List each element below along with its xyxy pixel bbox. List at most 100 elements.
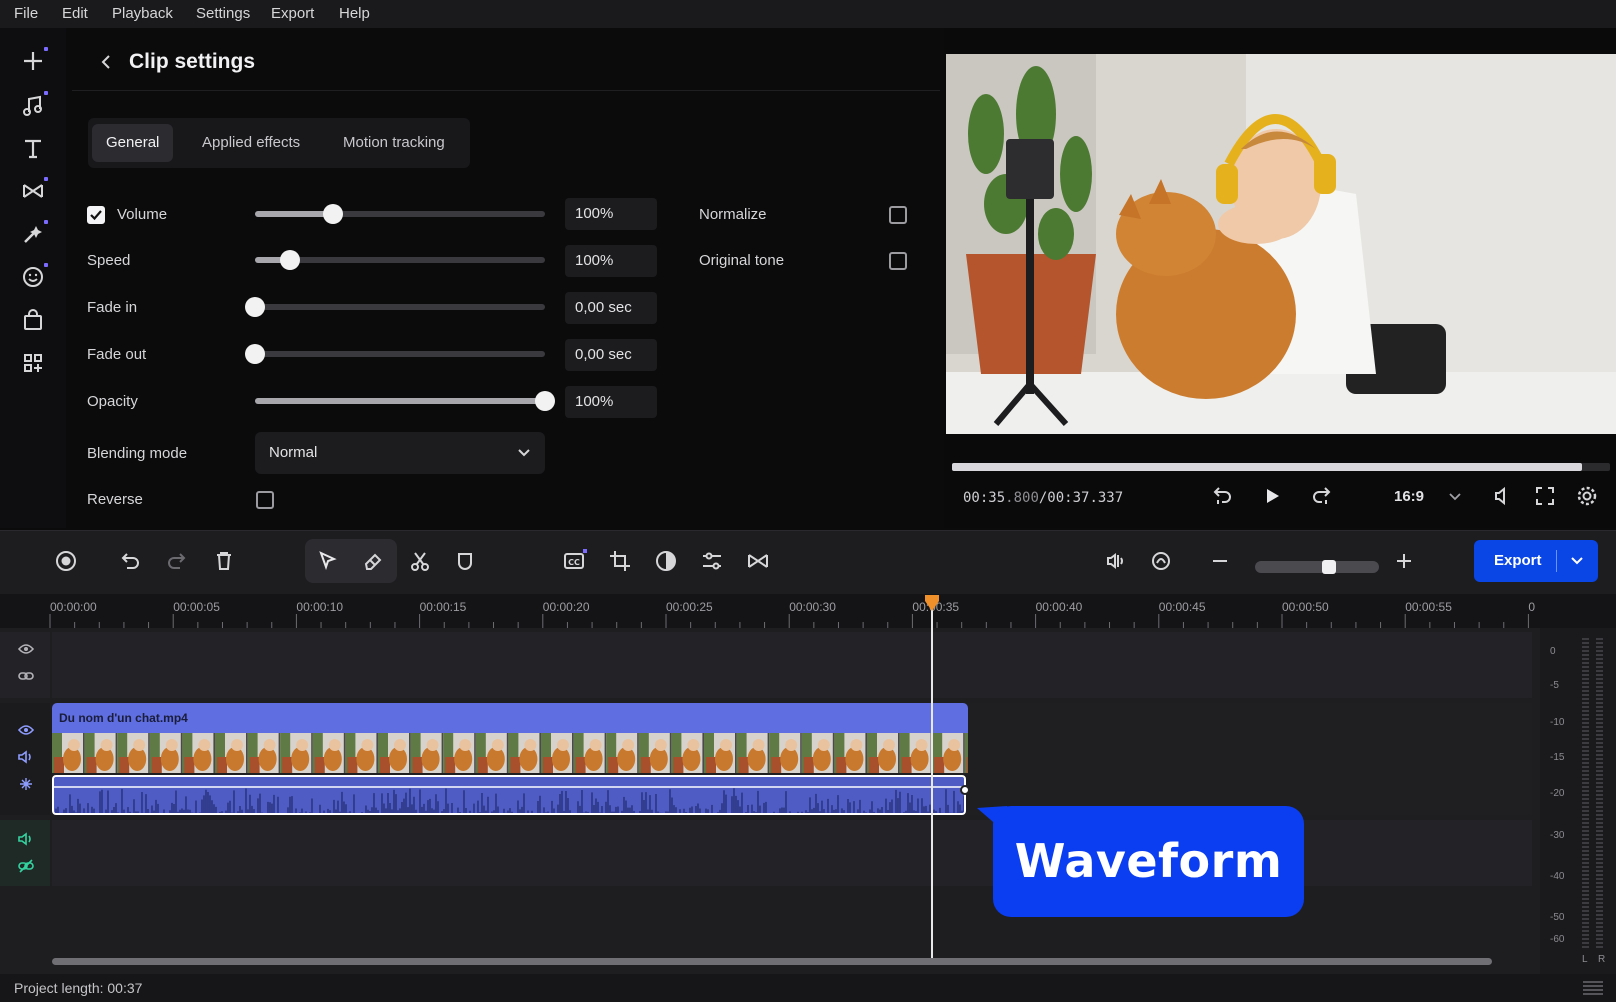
more-tools-button[interactable] — [14, 344, 52, 382]
shield-icon — [445, 541, 485, 581]
fade-out-slider[interactable] — [245, 344, 545, 364]
titles-button[interactable] — [14, 129, 52, 167]
speed-slider[interactable] — [255, 250, 545, 270]
adjust-button[interactable] — [692, 541, 732, 581]
ruler-tick-label: 00:00:00 — [50, 600, 97, 614]
meter-channel-left: L — [1582, 954, 1588, 965]
captions-button[interactable]: CC — [554, 541, 594, 581]
reverse-checkbox[interactable] — [256, 491, 274, 509]
eye-icon[interactable] — [18, 642, 34, 656]
snap-button[interactable] — [1141, 541, 1181, 581]
video-preview[interactable] — [946, 54, 1616, 434]
record-button[interactable] — [46, 541, 86, 581]
audio-waveform[interactable] — [52, 775, 966, 815]
undo-button[interactable] — [110, 541, 150, 581]
volume-button[interactable] — [1490, 484, 1514, 508]
fade-in-slider-thumb[interactable] — [245, 297, 265, 317]
play-icon — [1260, 484, 1284, 508]
blending-mode-select[interactable]: Normal — [255, 432, 545, 474]
speed-value[interactable]: 100% — [565, 245, 657, 277]
normalize-checkbox[interactable] — [889, 206, 907, 224]
meter-label: -30 — [1550, 830, 1565, 841]
trash-icon — [204, 541, 244, 581]
fade-in-slider[interactable] — [245, 297, 545, 317]
zoom-slider-thumb[interactable] — [1322, 560, 1337, 574]
delete-button[interactable] — [204, 541, 244, 581]
playback-progress[interactable] — [952, 463, 1610, 471]
razor-tool-button[interactable] — [353, 541, 393, 581]
magnet-icon — [1141, 541, 1181, 581]
opacity-slider[interactable] — [255, 391, 555, 411]
clip-thumbnail-frame — [182, 733, 215, 773]
back-button[interactable] — [98, 52, 114, 72]
redo-button[interactable] — [157, 541, 197, 581]
crop-button[interactable] — [600, 541, 640, 581]
volume-value[interactable]: 100% — [565, 198, 657, 230]
step-forward-button[interactable] — [1310, 484, 1334, 508]
transition-button[interactable] — [738, 541, 778, 581]
redo-arrow-icon — [1310, 484, 1334, 508]
speaker-icon[interactable] — [18, 750, 34, 764]
timeline-scrollbar[interactable] — [52, 958, 1492, 965]
fade-out-slider-thumb[interactable] — [245, 344, 265, 364]
normalize-label: Normalize — [699, 206, 767, 223]
volume-keyframe-handle[interactable] — [960, 785, 970, 795]
menu-edit[interactable]: Edit — [62, 5, 88, 22]
opacity-slider-thumb[interactable] — [535, 391, 555, 411]
menu-help[interactable]: Help — [339, 5, 370, 22]
export-button[interactable]: Export — [1474, 540, 1598, 582]
volume-label: Volume — [117, 206, 168, 223]
eye-icon[interactable] — [18, 723, 34, 737]
tab-motion-tracking[interactable]: Motion tracking — [329, 124, 459, 162]
svg-text:CC: CC — [568, 558, 580, 567]
chevron-down-icon[interactable] — [1570, 554, 1584, 568]
volume-slider[interactable] — [255, 204, 545, 224]
menu-playback[interactable]: Playback — [112, 5, 173, 22]
music-button[interactable] — [14, 86, 52, 124]
link-off-icon[interactable] — [18, 859, 34, 873]
zoom-slider[interactable] — [1255, 560, 1379, 574]
fade-in-value[interactable]: 0,00 sec — [565, 292, 657, 324]
step-back-button[interactable] — [1210, 484, 1234, 508]
timeline-ruler[interactable]: 00:00:00 00:00:05 00:00:10 00:00:15 00:00:20… — [0, 594, 1616, 628]
aspect-ratio-select[interactable]: 16:9 — [1394, 488, 1424, 505]
player-settings-button[interactable] — [1575, 484, 1599, 508]
list-icon[interactable] — [1582, 980, 1604, 996]
play-button[interactable] — [1260, 484, 1284, 508]
clip-thumbnail-frame — [247, 733, 281, 773]
cut-button[interactable] — [400, 541, 440, 581]
store-button[interactable] — [14, 301, 52, 339]
contrast-icon — [646, 541, 686, 581]
opacity-value[interactable]: 100% — [565, 386, 657, 418]
volume-checkbox[interactable] — [87, 206, 105, 224]
meter-bar-left — [1582, 638, 1589, 948]
zoom-in-button[interactable] — [1384, 541, 1424, 581]
playhead-handle[interactable] — [924, 594, 940, 612]
chevron-down-icon — [1448, 490, 1462, 504]
video-clip[interactable]: Du nom d'un chat.mp4 — [52, 703, 970, 815]
add-media-button[interactable] — [14, 42, 52, 80]
audio-detach-button[interactable] — [1096, 541, 1136, 581]
fullscreen-button[interactable] — [1533, 484, 1557, 508]
link-icon[interactable] — [18, 669, 34, 683]
tab-general[interactable]: General — [92, 124, 174, 162]
fade-out-value[interactable]: 0,00 sec — [565, 339, 657, 371]
original-tone-checkbox[interactable] — [889, 252, 907, 270]
select-tool-button[interactable] — [307, 541, 347, 581]
tab-applied-effects[interactable]: Applied effects — [188, 124, 314, 162]
marker-button[interactable] — [445, 541, 485, 581]
speaker-icon[interactable] — [18, 832, 34, 846]
divider — [72, 90, 940, 91]
project-length: Project length: 00:37 — [14, 980, 143, 996]
effects-button[interactable] — [14, 215, 52, 253]
ruler-tick-label: 0 — [1528, 600, 1536, 614]
color-button[interactable] — [646, 541, 686, 581]
menu-settings[interactable]: Settings — [196, 5, 250, 22]
stickers-button[interactable] — [14, 258, 52, 296]
transitions-button[interactable] — [14, 172, 52, 210]
zoom-out-button[interactable] — [1200, 541, 1240, 581]
menu-file[interactable]: File — [14, 5, 38, 22]
effects-icon[interactable] — [18, 777, 34, 791]
speed-slider-thumb[interactable] — [279, 250, 300, 270]
menu-export[interactable]: Export — [271, 5, 314, 22]
